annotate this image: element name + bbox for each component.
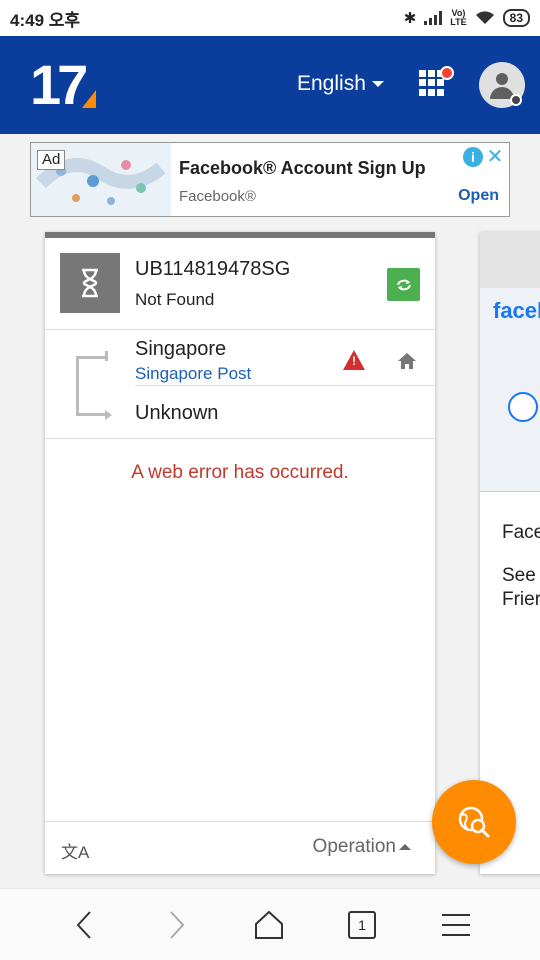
home-icon <box>255 910 283 939</box>
operation-label: Operation <box>312 836 396 857</box>
divider <box>45 438 435 439</box>
battery-indicator: 83 <box>502 9 530 27</box>
divider <box>45 329 435 330</box>
tracking-status: Not Found <box>135 290 215 309</box>
card-footer: 文A Operation <box>45 821 435 874</box>
avatar-status-dot <box>510 94 522 106</box>
language-label: English <box>297 72 366 95</box>
error-message: A web error has occurred. <box>131 462 349 483</box>
divider <box>135 385 435 386</box>
lte-icon: Vo) LTE <box>450 8 467 27</box>
ad-image: Ad <box>31 143 171 216</box>
hamburger-icon <box>442 914 470 936</box>
clock: 4:49 오후 <box>10 10 81 30</box>
ad-banner[interactable]: Ad Facebook® Account Sign Up Facebook® O… <box>30 142 510 217</box>
home-button[interactable] <box>249 907 289 943</box>
globe-search-icon <box>458 806 490 838</box>
signal-icon <box>424 11 443 25</box>
side-ad-card[interactable]: facel Face See Frier <box>480 232 540 874</box>
side-ad-header <box>480 232 540 288</box>
close-icon[interactable]: ✕ <box>485 147 505 167</box>
chevron-up-icon <box>399 844 411 850</box>
warning-icon[interactable]: ! <box>343 350 365 370</box>
carrier-link[interactable]: Singapore Post <box>135 364 251 384</box>
notification-dot <box>440 66 454 80</box>
origin-country: Singapore <box>135 338 227 360</box>
refresh-button[interactable] <box>387 268 420 301</box>
person-icon <box>508 392 538 422</box>
route-arrow-icon <box>76 351 112 420</box>
tracking-number[interactable]: UB114819478SG <box>135 258 290 281</box>
forward-button[interactable] <box>157 907 197 943</box>
home-icon[interactable] <box>397 351 417 371</box>
status-bar: 4:49 오후 ✱ Vo) LTE 83 <box>0 0 540 36</box>
track-search-button[interactable] <box>432 780 516 864</box>
app-logo[interactable]: 17 <box>30 53 100 116</box>
ad-badge: Ad <box>37 150 66 170</box>
destination-country: Unknown <box>135 402 219 424</box>
tabs-button[interactable]: 1 <box>342 907 382 943</box>
wifi-icon <box>475 11 494 24</box>
chevron-left-icon <box>76 911 91 939</box>
tracking-card: UB114819478SG Not Found Singapore Singap… <box>45 232 435 874</box>
side-ad-brand: facel <box>493 298 540 323</box>
language-selector[interactable]: English <box>297 72 384 96</box>
app-header: 17 English <box>0 36 540 134</box>
side-ad-text: See <box>502 565 536 586</box>
browser-nav-bar: 1 <box>0 888 540 960</box>
person-icon <box>496 73 508 85</box>
operation-menu-button[interactable]: Operation <box>313 836 411 858</box>
side-ad-text: Frier <box>502 589 540 610</box>
info-icon[interactable]: i <box>463 147 483 167</box>
ad-open-button[interactable]: Open <box>458 187 499 205</box>
logo-accent <box>82 90 96 108</box>
translate-icon[interactable]: 文A <box>61 838 89 863</box>
refresh-icon <box>396 279 411 290</box>
ad-title: Facebook® Account Sign Up <box>179 158 426 178</box>
tab-count: 1 <box>348 911 376 939</box>
back-button[interactable] <box>64 907 104 943</box>
chevron-right-icon <box>170 911 185 939</box>
side-ad-title: Face <box>502 522 540 543</box>
hourglass-icon <box>60 253 120 313</box>
ad-advertiser: Facebook® <box>179 188 256 205</box>
logo-text: 17 <box>30 53 88 116</box>
menu-button[interactable] <box>436 907 476 943</box>
bluetooth-icon: ✱ <box>403 10 417 27</box>
chevron-down-icon <box>371 81 384 87</box>
